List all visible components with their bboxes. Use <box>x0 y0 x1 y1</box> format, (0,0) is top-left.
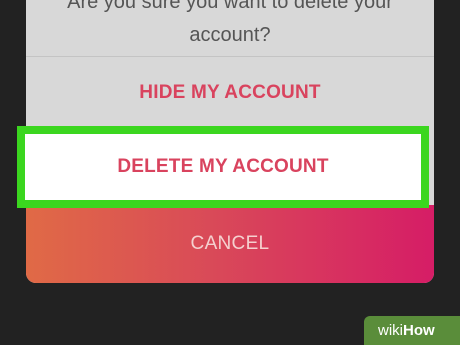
confirmation-question: Are you sure you want to delete your acc… <box>67 0 393 46</box>
delete-account-button[interactable]: DELETE MY ACCOUNT <box>17 126 429 208</box>
app-screen: Are you sure you want to delete your acc… <box>0 0 460 345</box>
watermark-wiki: wiki <box>378 322 403 339</box>
cancel-button[interactable]: CANCEL <box>26 205 434 283</box>
watermark-how: How <box>403 322 435 339</box>
wikihow-watermark: wiki How <box>364 316 460 345</box>
hide-account-button[interactable]: HIDE MY ACCOUNT <box>26 57 434 129</box>
